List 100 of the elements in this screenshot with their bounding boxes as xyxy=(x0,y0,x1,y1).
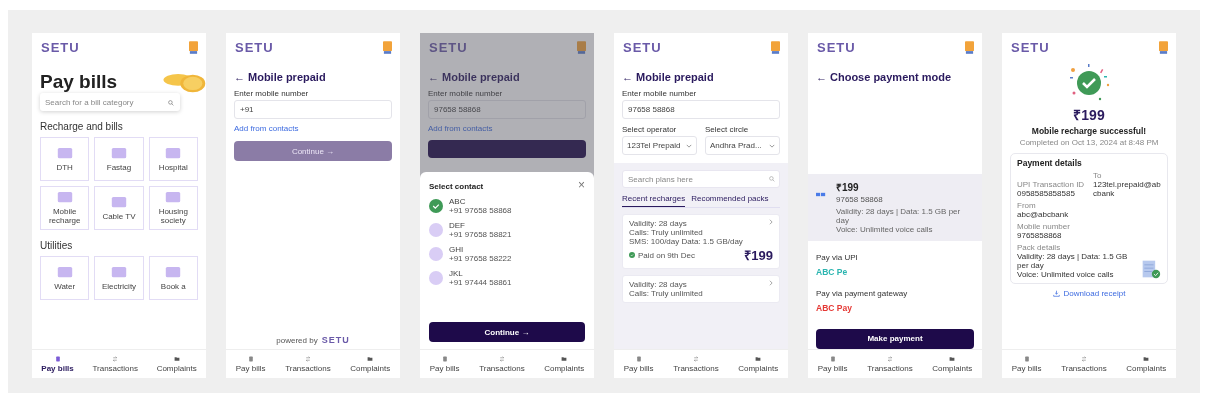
category-icon xyxy=(56,146,73,160)
detail-label: UPI Transaction ID xyxy=(1017,180,1085,189)
nav-tab[interactable]: Pay bills xyxy=(1011,355,1042,373)
exchange-icon xyxy=(498,355,505,362)
search-icon xyxy=(769,176,775,182)
dropdown-field[interactable]: Andhra Prad... xyxy=(705,136,780,155)
success-message: Mobile recharge successful! xyxy=(1031,126,1147,136)
nav-tab[interactable]: Pay bills xyxy=(429,355,460,373)
continue-button[interactable]: Continue → xyxy=(429,322,585,342)
logo-icon xyxy=(771,40,780,54)
category-tile[interactable]: Water xyxy=(40,256,90,300)
plan-card[interactable]: Validity: 28 days Calls: Truly unlimited xyxy=(622,275,780,303)
field-label: Enter mobile number xyxy=(622,89,698,98)
search-field[interactable]: Search for a bill category xyxy=(40,93,180,111)
nav-tab[interactable]: Pay bills xyxy=(817,355,848,373)
amount-text: ₹199 xyxy=(1073,106,1105,124)
logo-icon xyxy=(383,40,392,54)
make-payment-button[interactable]: Make payment xyxy=(816,328,974,349)
back-button[interactable]: ← xyxy=(428,71,439,83)
plan-detail: Voice: Unlimited voice calls xyxy=(836,224,934,234)
nav-tab[interactable]: Complaints xyxy=(932,355,973,373)
category-tile[interactable]: Fastag xyxy=(94,137,144,181)
contact-item[interactable]: DEF +91 97658 58821 xyxy=(429,221,585,239)
receipt-icon xyxy=(247,355,254,362)
category-tile[interactable]: Hospital xyxy=(148,137,198,181)
app-logo: SETU xyxy=(429,39,468,55)
plan-detail: SMS: 100/day Data: 1.5 GB/day xyxy=(629,237,743,246)
category-icon xyxy=(165,191,182,204)
payment-option[interactable]: ABC Pay xyxy=(816,302,852,313)
nav-tab[interactable]: Complaints xyxy=(544,355,585,373)
dropdown-field[interactable]: 123Tel Prepaid xyxy=(622,136,697,155)
nav-tab[interactable]: Complaints xyxy=(738,355,779,373)
tab[interactable]: Recent recharges xyxy=(622,194,686,207)
close-button[interactable]: × xyxy=(578,178,585,191)
category-tile[interactable]: Mobile recharge xyxy=(40,186,90,230)
app-logo: SETU xyxy=(41,39,80,55)
detail-value: 0958585858585 xyxy=(1017,189,1076,198)
nav-tab[interactable]: Pay bills xyxy=(41,355,74,373)
folder-icon xyxy=(755,355,762,362)
plan-detail: Validity: 28 days xyxy=(629,219,688,228)
nav-tab[interactable]: Pay bills xyxy=(623,355,654,373)
category-icon xyxy=(165,146,182,160)
nav-tab[interactable]: Complaints xyxy=(156,355,197,373)
nav-tab[interactable]: Complaints xyxy=(1126,355,1167,373)
search-icon xyxy=(168,100,174,106)
folder-icon xyxy=(1143,355,1150,362)
contact-item[interactable]: GHI +91 97658 58222 xyxy=(429,245,585,263)
logo-icon xyxy=(965,40,974,54)
tab[interactable]: Recommended packs xyxy=(691,194,769,207)
download-icon xyxy=(1052,290,1060,297)
category-tile[interactable]: Book a xyxy=(148,256,198,300)
nav-tab[interactable]: Transactions xyxy=(285,355,331,373)
exchange-icon xyxy=(1080,355,1087,362)
contact-item[interactable]: JKL +91 97444 58861 xyxy=(429,269,585,287)
download-receipt-link[interactable]: Download receipt xyxy=(1052,289,1126,298)
nav-tab[interactable]: Transactions xyxy=(92,355,138,373)
receipt-icon xyxy=(829,355,836,362)
folder-icon xyxy=(949,355,956,362)
folder-icon xyxy=(367,355,374,362)
contact-item[interactable]: ABC +91 97658 58868 xyxy=(429,197,585,215)
mobile-number-field[interactable]: 97658 58868 xyxy=(428,100,586,119)
plan-detail: Calls: Truly unlimited xyxy=(629,228,704,237)
category-tile[interactable]: Cable TV xyxy=(94,186,144,230)
category-tile[interactable]: DTH xyxy=(40,137,90,181)
category-icon xyxy=(111,195,127,209)
nav-tab[interactable]: Transactions xyxy=(479,355,525,373)
logo-icon xyxy=(577,40,586,54)
search-field[interactable]: Search plans here xyxy=(622,170,780,188)
detail-label: Mobile number xyxy=(1017,222,1071,231)
detail-label: To xyxy=(1093,171,1103,180)
mobile-number-field[interactable]: +91 xyxy=(234,100,392,119)
page-title: Mobile prepaid xyxy=(636,71,714,83)
category-icon xyxy=(56,265,73,279)
field-label: Select circle xyxy=(705,125,750,134)
category-icon xyxy=(165,265,182,279)
nav-tab[interactable]: Complaints xyxy=(350,355,391,373)
detail-value: 9765858868 xyxy=(1017,231,1063,240)
completed-time: Completed on Oct 13, 2024 at 8:48 PM xyxy=(1019,138,1159,147)
plan-card[interactable]: Validity: 28 days Calls: Truly unlimited SMS: 100/day Data: 1.5 GB/day Paid on 9th Dec ₹199 xyxy=(622,214,780,269)
back-button[interactable]: ← xyxy=(622,71,633,83)
mobile-number-text: 97658 58868 xyxy=(836,194,884,204)
add-contacts-link[interactable]: Add from contacts xyxy=(234,124,299,133)
page-title: Mobile prepaid xyxy=(248,71,326,83)
nav-tab[interactable]: Transactions xyxy=(867,355,913,373)
page-title: Mobile prepaid xyxy=(442,71,520,83)
detail-value: 123tel.prepaid@abcbank xyxy=(1093,180,1161,198)
plan-detail: Validity: 28 days xyxy=(629,280,688,289)
receipt-icon xyxy=(635,355,642,362)
back-button[interactable]: ← xyxy=(234,71,245,83)
category-tile[interactable]: Electricity xyxy=(94,256,144,300)
mobile-number-field[interactable]: 97658 58868 xyxy=(622,100,780,119)
plan-status: Paid on 9th Dec xyxy=(638,250,696,260)
nav-tab[interactable]: Pay bills xyxy=(235,355,266,373)
chevron-right-icon xyxy=(769,280,773,286)
nav-tab[interactable]: Transactions xyxy=(1061,355,1107,373)
back-button[interactable]: ← xyxy=(816,71,827,83)
continue-button[interactable] xyxy=(428,140,586,158)
category-tile[interactable]: Housing society xyxy=(148,186,198,230)
nav-tab[interactable]: Transactions xyxy=(673,355,719,373)
folder-icon xyxy=(173,355,180,362)
